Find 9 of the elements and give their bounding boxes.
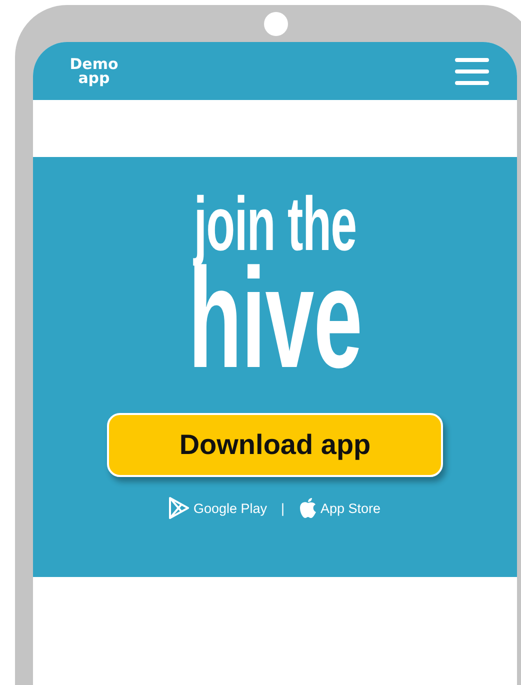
download-app-button[interactable]: Download app [107, 413, 443, 477]
camera-dot [264, 12, 288, 36]
separator: | [280, 500, 284, 516]
apple-icon [298, 497, 316, 519]
store-link[interactable]: App Store [298, 497, 381, 519]
app-logo[interactable]: Demo app [67, 57, 121, 85]
menu-icon[interactable] [455, 58, 489, 84]
play-triangle-icon [169, 497, 190, 519]
store-link[interactable]: Google Play [169, 497, 267, 519]
